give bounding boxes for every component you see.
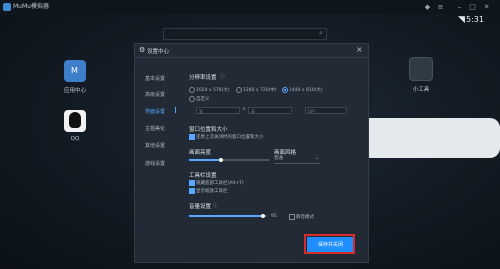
brightness-fill	[189, 159, 221, 161]
status-time: 5:31	[466, 15, 484, 24]
chevron-down-icon: ⌄	[315, 155, 320, 161]
skin-icon[interactable]: ◆	[423, 3, 432, 11]
maximize-icon[interactable]: □	[468, 3, 477, 11]
radio-res-custom[interactable]	[189, 96, 195, 102]
resolution-heading: 分辨率设置	[189, 75, 217, 81]
toolbar-zoom-checkbox[interactable]	[189, 188, 195, 194]
brightness-heading: 画面亮度	[189, 150, 212, 156]
width-input[interactable]: 宽	[196, 107, 240, 114]
nav-game[interactable]: 游戏设置	[145, 160, 165, 167]
gear-icon: ⚙	[139, 46, 146, 54]
app-title: MuMu模拟器	[13, 3, 49, 10]
radio-res-2[interactable]	[236, 87, 242, 93]
dpi-input[interactable]: DPI	[305, 107, 347, 114]
dialog-close-icon[interactable]: ×	[356, 45, 363, 54]
close-icon[interactable]: ✕	[482, 3, 491, 11]
menu-icon[interactable]: ≡	[436, 3, 445, 11]
app-logo-icon	[3, 3, 11, 11]
dialog-title: 设置中心	[147, 49, 170, 55]
toolbar-zoom-label: 显示缩放工具栏	[196, 189, 228, 194]
tools-label: 小工具	[412, 87, 430, 93]
toolbar-hide-checkbox[interactable]	[189, 180, 195, 186]
volume-slider-handle[interactable]	[261, 214, 266, 218]
quality-value: 普通	[274, 156, 283, 161]
quality-select[interactable]: 普通	[274, 155, 320, 164]
settings-dialog: ⚙ 设置中心 × 基本设置 高级设置 界面设置 主题美化 其他设置 游戏设置 分…	[134, 43, 369, 263]
toolbar-heading: 工具栏设置	[189, 173, 217, 179]
brightness-slider-handle[interactable]	[219, 158, 223, 162]
nav-basic[interactable]: 基本设置	[145, 75, 165, 82]
nav-advanced[interactable]: 高级设置	[145, 91, 165, 98]
search-icon[interactable]: ⌕	[316, 28, 326, 38]
times-sign: ×	[242, 107, 246, 112]
volume-help-icon[interactable]: ⓘ	[213, 202, 218, 209]
volume-heading: 音量设置	[189, 204, 212, 210]
res-option-custom: 自定义	[196, 97, 210, 102]
res-option-2: 1280 x 720(中)	[243, 88, 277, 93]
search-input[interactable]	[163, 28, 327, 40]
nav-active-indicator	[175, 107, 176, 113]
nav-theme[interactable]: 主题美化	[145, 125, 165, 132]
mute-checkbox[interactable]	[289, 214, 295, 220]
volume-value: 95	[271, 214, 277, 219]
height-input[interactable]: 高	[248, 107, 292, 114]
window-heading: 窗口位置和大小	[189, 127, 228, 133]
res-option-1: 1024 x 576(大)	[196, 88, 230, 93]
tools-icon[interactable]	[409, 57, 433, 81]
toolbar-hide-label: 隐藏底部工具栏(Alt+T)	[196, 181, 244, 186]
wifi-icon: ◥	[458, 15, 465, 25]
radio-res-1[interactable]	[189, 87, 195, 93]
mute-label: 静音模式	[296, 215, 314, 220]
radio-res-3[interactable]	[282, 87, 288, 93]
help-icon[interactable]: ⓘ	[220, 73, 225, 80]
app-center-glyph-icon: M	[71, 66, 78, 75]
minimize-icon[interactable]: –	[455, 3, 464, 11]
res-option-3: 1440 x 810(大)	[289, 88, 323, 93]
dialog-header	[135, 44, 368, 58]
window-restore-label: 还原上次关闭时的窗口位置和大小	[196, 135, 264, 140]
highlight-box	[304, 234, 355, 254]
window-restore-checkbox[interactable]	[189, 134, 195, 140]
penguin-icon	[69, 112, 81, 128]
nav-other[interactable]: 其他设置	[145, 142, 165, 149]
qq-label: QQ	[70, 136, 80, 142]
nav-interface[interactable]: 界面设置	[145, 108, 165, 115]
volume-fill	[189, 215, 264, 217]
app-center-label: 应用中心	[63, 88, 86, 94]
